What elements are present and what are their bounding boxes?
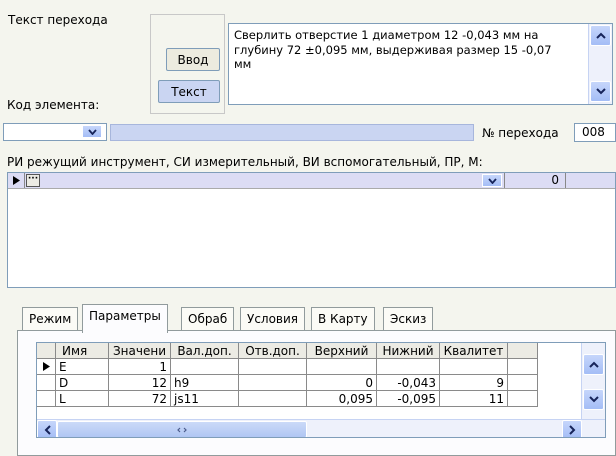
cell-name[interactable]: D: [55, 374, 109, 391]
spare-header: [507, 343, 538, 359]
cell-hole-tol[interactable]: [238, 358, 307, 375]
cell-name[interactable]: E: [55, 358, 109, 375]
text-button[interactable]: Текст: [158, 80, 220, 103]
row-indicator-cell: [37, 390, 56, 407]
grid-horizontal-scrollbar[interactable]: [37, 419, 605, 437]
cell-upper[interactable]: 0: [306, 374, 377, 391]
cell-value[interactable]: 1: [108, 358, 171, 375]
row-pointer-icon: [37, 358, 56, 375]
tools-label: РИ режущий инструмент, СИ измерительный,…: [7, 155, 483, 169]
cell-shaft-tol[interactable]: js11: [170, 390, 239, 407]
cell-value[interactable]: 72: [108, 390, 171, 407]
cell-grade[interactable]: 9: [439, 374, 508, 391]
column-header-shaft-tol[interactable]: Вал.доп.: [170, 343, 239, 359]
column-header-upper[interactable]: Верхний: [306, 343, 377, 359]
chevron-left-icon[interactable]: [37, 420, 57, 437]
row-indicator-header: [37, 343, 56, 359]
transition-text-label: Текст перехода: [8, 13, 108, 27]
scroll-grip-icon: [177, 427, 187, 432]
cell-hole-tol[interactable]: [238, 374, 307, 391]
tools-grid[interactable]: ··· 0: [7, 172, 616, 288]
column-header-value[interactable]: Значени: [108, 343, 171, 359]
element-code-label: Код элемента:: [7, 98, 100, 112]
scroll-thumb[interactable]: [57, 421, 307, 437]
tools-row-value[interactable]: 0: [504, 173, 566, 188]
grid-vertical-scrollbar[interactable]: [581, 343, 605, 419]
tools-row[interactable]: ··· 0: [8, 173, 615, 189]
tab-conditions[interactable]: Условия: [240, 307, 306, 331]
cell-lower[interactable]: -0,095: [376, 390, 440, 407]
dropdown-arrow-icon[interactable]: [482, 174, 502, 187]
cell-lower[interactable]: -0,043: [376, 374, 440, 391]
column-header-lower[interactable]: Нижний: [376, 343, 440, 359]
cell-grade[interactable]: 11: [439, 390, 508, 407]
parameters-table: Имя Значени Вал.доп. Отв.доп. Верхний Ни…: [37, 343, 538, 407]
element-name-strip: [110, 124, 474, 141]
cell-hole-tol[interactable]: [238, 390, 307, 407]
cell-name[interactable]: L: [55, 390, 109, 407]
transition-number-field[interactable]: 008: [574, 123, 616, 142]
transition-number-label: № перехода: [482, 126, 559, 140]
spare-cell: [507, 358, 538, 375]
chevron-up-icon[interactable]: [583, 354, 604, 375]
cell-upper[interactable]: [306, 358, 377, 375]
column-header-hole-tol[interactable]: Отв.доп.: [238, 343, 307, 359]
input-button[interactable]: Ввод: [166, 48, 220, 71]
transition-number-value: 008: [582, 125, 605, 139]
tab-parameters[interactable]: Параметры: [82, 304, 168, 333]
dropdown-arrow-icon[interactable]: [82, 125, 102, 138]
table-row[interactable]: L 72 js11 0,095 -0,095 11: [37, 390, 538, 407]
row-indicator-cell: [37, 374, 56, 391]
tab-panel-parameters: Имя Значени Вал.доп. Отв.доп. Верхний Ни…: [17, 330, 616, 456]
tab-to-card[interactable]: В Карту: [311, 307, 375, 331]
table-row[interactable]: D 12 h9 0 -0,043 9: [37, 374, 538, 391]
spare-cell: [507, 390, 538, 407]
chevron-up-icon[interactable]: [590, 25, 611, 46]
spare-cell: [507, 374, 538, 391]
row-more-button[interactable]: ···: [26, 174, 40, 187]
tab-sketch[interactable]: Эскиз: [383, 307, 434, 331]
transition-text-value: Сверлить отверстие 1 диаметром 12 -0,043…: [234, 28, 552, 71]
text-scrollbar[interactable]: [588, 24, 612, 104]
column-header-name[interactable]: Имя: [55, 343, 109, 359]
cell-shaft-tol[interactable]: [170, 358, 239, 375]
parameters-header-row: Имя Значени Вал.доп. Отв.доп. Верхний Ни…: [37, 343, 538, 359]
tab-processing[interactable]: Обраб: [181, 307, 235, 331]
element-code-combo[interactable]: [3, 123, 107, 141]
cell-upper[interactable]: 0,095: [306, 390, 377, 407]
chevron-down-icon[interactable]: [583, 389, 604, 410]
cell-lower[interactable]: [376, 358, 440, 375]
chevron-right-icon[interactable]: [562, 420, 582, 437]
column-header-grade[interactable]: Квалитет: [439, 343, 508, 359]
row-pointer-icon: [8, 173, 25, 188]
table-row[interactable]: E 1: [37, 358, 538, 375]
cell-value[interactable]: 12: [108, 374, 171, 391]
cell-grade[interactable]: [439, 358, 508, 375]
parameters-grid[interactable]: Имя Значени Вал.доп. Отв.доп. Верхний Ни…: [36, 342, 606, 438]
cell-shaft-tol[interactable]: h9: [170, 374, 239, 391]
chevron-down-icon[interactable]: [590, 81, 611, 102]
transition-text-field[interactable]: Сверлить отверстие 1 диаметром 12 -0,043…: [228, 23, 613, 105]
tab-mode[interactable]: Режим: [22, 307, 79, 331]
